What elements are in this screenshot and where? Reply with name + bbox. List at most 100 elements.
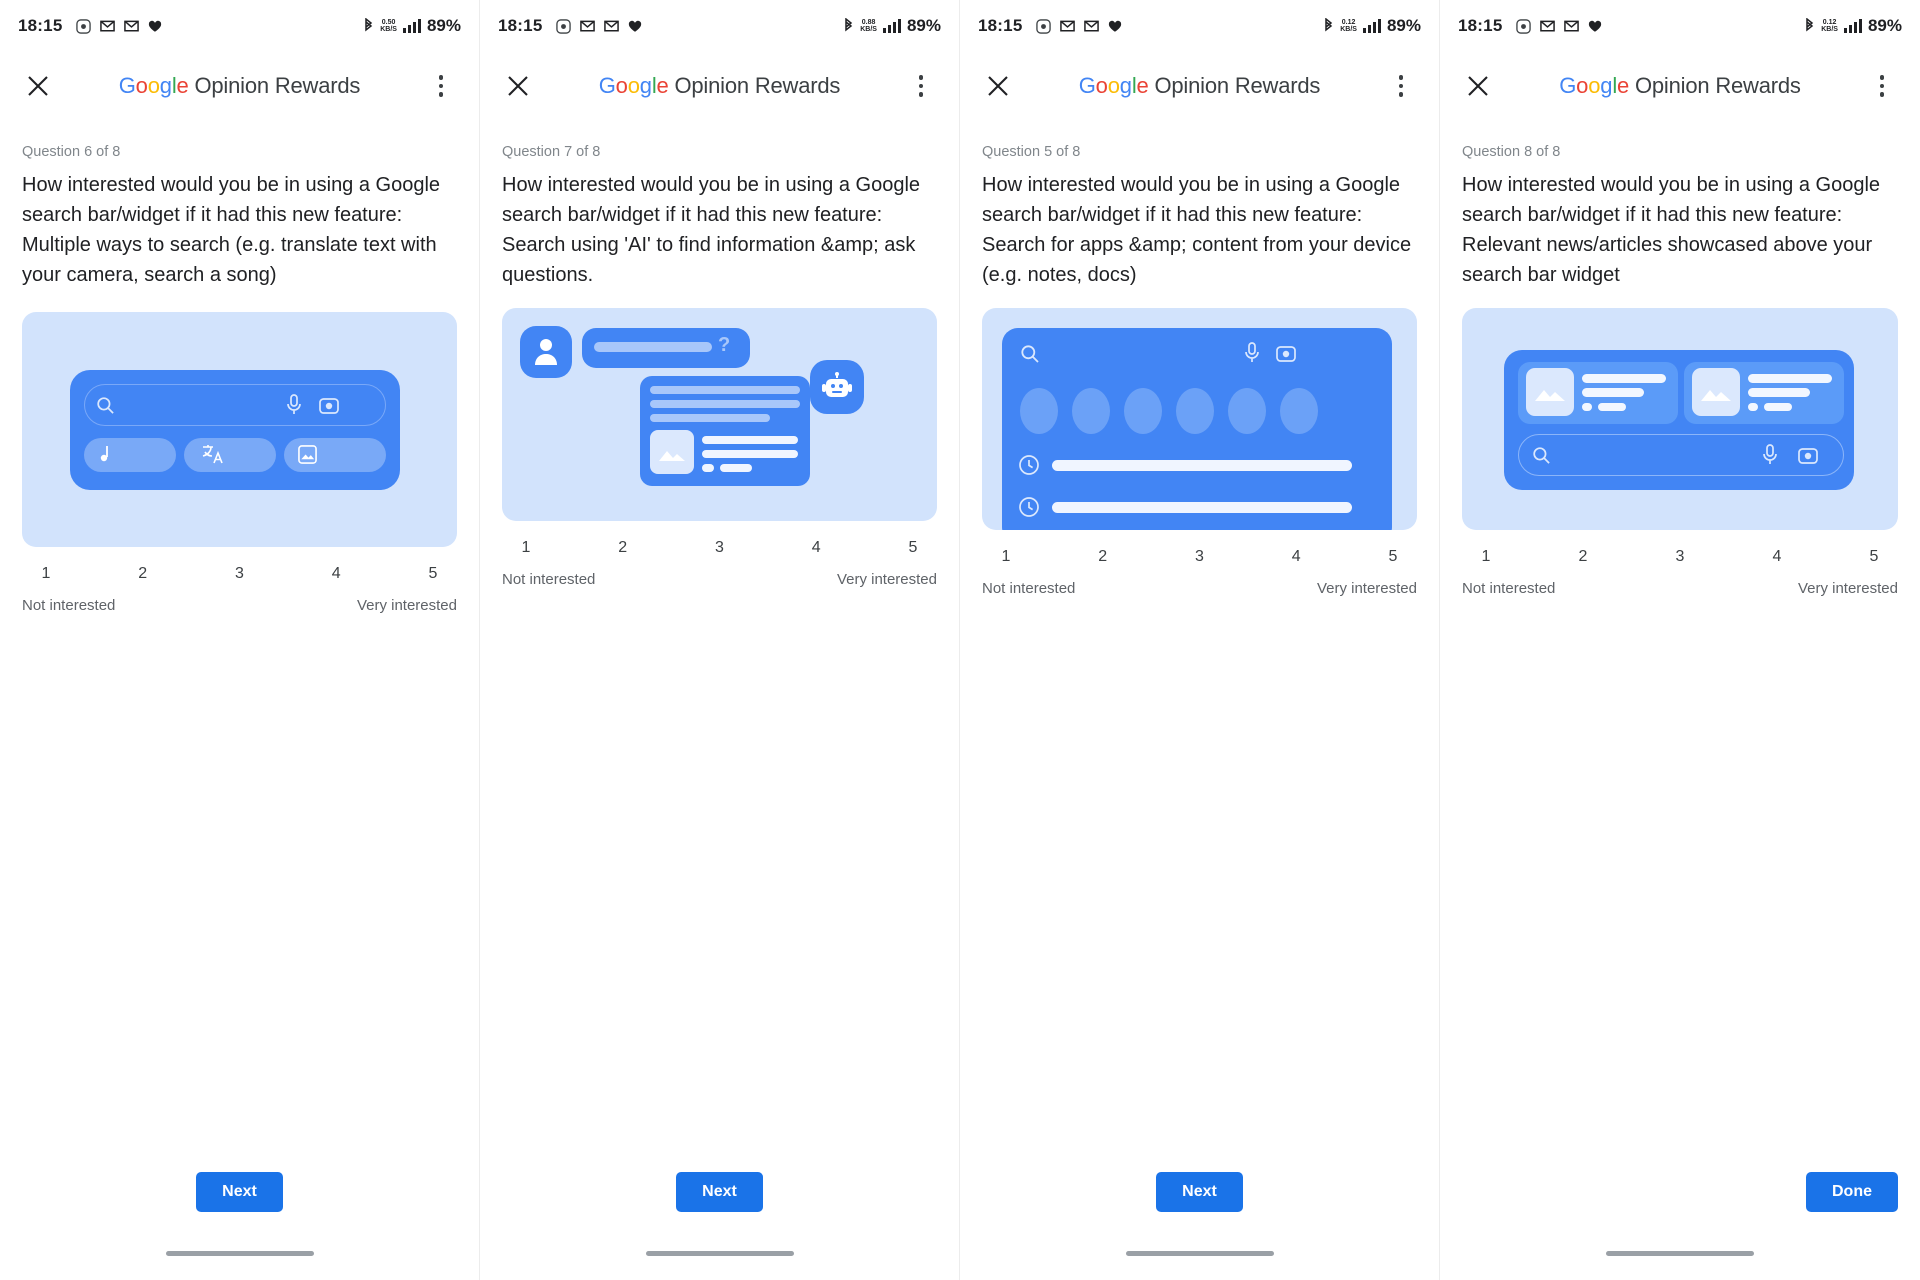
music-note-icon [96, 445, 110, 464]
rating-option-1[interactable]: 1 [986, 548, 1026, 566]
scale-high-label: Very interested [356, 597, 457, 614]
rating-option-3[interactable]: 3 [220, 565, 260, 583]
brand-letter-o2: o [1588, 73, 1601, 98]
brand-letter-g: G [1559, 73, 1577, 98]
data-rate-icon: 0.12 KB/S [1340, 19, 1357, 33]
thumb-line-short [720, 464, 752, 472]
rating-option-1[interactable]: 1 [1466, 548, 1506, 566]
battery-percent: 89% [1867, 16, 1902, 35]
image-icon [1700, 384, 1732, 402]
rating-option-5[interactable]: 5 [1854, 548, 1894, 566]
app-icon-placeholder [1176, 388, 1214, 434]
rating-option-4[interactable]: 4 [316, 565, 356, 583]
brand-letter-o: o [615, 73, 628, 98]
brand-letter-o2: o [1107, 73, 1120, 98]
scale-low-label: Not interested [1462, 580, 1556, 597]
heart-icon [1108, 20, 1122, 33]
data-rate-icon: 0.50 KB/S [380, 19, 397, 33]
rating-scale-labels: Not interested Very interested [982, 580, 1417, 597]
done-button[interactable]: Done [1806, 1172, 1898, 1212]
data-rate-icon: 0.12 KB/S [1821, 19, 1838, 33]
news-headline-line [1582, 374, 1666, 383]
question-text: How interested would you be in using a G… [1462, 174, 1881, 286]
status-bar-left-icons [76, 18, 162, 34]
mail-icon [1540, 20, 1556, 32]
microphone-icon [286, 394, 302, 416]
thumb-line [702, 436, 798, 444]
rating-option-2[interactable]: 2 [123, 565, 163, 583]
search-icon [1532, 446, 1551, 465]
data-rate-icon: 0.88 KB/S [860, 19, 877, 33]
rating-option-1[interactable]: 1 [506, 539, 546, 557]
signal-bars-icon [1362, 19, 1381, 33]
microphone-icon [1244, 342, 1260, 364]
navigation-pill [1125, 1251, 1274, 1256]
history-icon [1018, 454, 1040, 476]
rating-option-1[interactable]: 1 [26, 565, 66, 583]
next-button[interactable]: Next [196, 1172, 283, 1212]
overflow-menu-icon[interactable] [419, 64, 463, 108]
search-field [84, 384, 386, 426]
status-bar-right-icons: 0.12 KB/S 89% [1323, 16, 1421, 36]
history-icon [1018, 496, 1040, 518]
mail-icon [1084, 20, 1100, 32]
rating-option-2[interactable]: 2 [603, 539, 643, 557]
close-icon[interactable] [16, 64, 60, 108]
microphone-icon [1762, 444, 1778, 466]
image-icon [1534, 384, 1566, 402]
app-title-rest: Opinion Rewards [1148, 73, 1321, 98]
heart-icon [148, 20, 162, 33]
brand-letter-g: G [598, 73, 616, 98]
brand-letter-o: o [135, 73, 148, 98]
overflow-menu-icon[interactable] [899, 64, 943, 108]
rating-option-5[interactable]: 5 [413, 565, 453, 583]
rating-option-4[interactable]: 4 [796, 539, 836, 557]
rating-option-5[interactable]: 5 [893, 539, 933, 557]
rating-option-5[interactable]: 5 [1373, 548, 1413, 566]
rating-option-3[interactable]: 3 [1660, 548, 1700, 566]
illustration-device-app-content-search [982, 308, 1417, 530]
survey-content: Question 6 of 8 How interested would you… [0, 120, 479, 1280]
camera-lens-icon [1798, 446, 1818, 465]
rating-option-3[interactable]: 3 [1180, 548, 1220, 566]
recent-search-row [1052, 460, 1352, 471]
battery-percent: 89% [1386, 16, 1421, 35]
heart-icon [1588, 20, 1602, 33]
recent-search-row [1052, 502, 1352, 513]
camera-lens-icon [1276, 344, 1296, 363]
rating-scale-numbers: 1 2 3 4 5 [502, 539, 937, 557]
news-headline-line [1748, 388, 1810, 397]
overflow-menu-icon[interactable] [1860, 64, 1904, 108]
question-text: How interested would you be in using a G… [22, 174, 441, 286]
bluetooth-icon [843, 18, 854, 34]
next-button[interactable]: Next [676, 1172, 763, 1212]
rating-scale-numbers: 1 2 3 4 5 [982, 548, 1417, 566]
close-icon[interactable] [496, 64, 540, 108]
rating-option-2[interactable]: 2 [1563, 548, 1603, 566]
status-bar-time: 18:15 [978, 16, 1023, 35]
rating-option-3[interactable]: 3 [700, 539, 740, 557]
search-field [1518, 434, 1844, 476]
status-bar-left-icons [1516, 18, 1602, 34]
rating-option-4[interactable]: 4 [1276, 548, 1316, 566]
close-icon[interactable] [1456, 64, 1500, 108]
screen-record-icon [1516, 18, 1532, 34]
close-icon[interactable] [976, 64, 1020, 108]
question-counter: Question 6 of 8 [22, 144, 121, 160]
mail-icon [124, 20, 140, 32]
camera-lens-icon [319, 396, 339, 415]
thumb-line [702, 450, 798, 458]
app-icon-placeholder [1280, 388, 1318, 434]
overflow-menu-icon[interactable] [1379, 64, 1423, 108]
brand-letter-e: e [1136, 73, 1149, 98]
brand-letter-g2: g [1600, 73, 1613, 98]
page-title: Google Opinion Rewards [540, 73, 899, 99]
app-bar: Google Opinion Rewards [1440, 52, 1920, 120]
battery-percent: 89% [906, 16, 941, 35]
rating-option-2[interactable]: 2 [1083, 548, 1123, 566]
navigation-pill [645, 1251, 794, 1256]
action-row: Next [960, 1172, 1439, 1212]
brand-letter-g2: g [159, 73, 172, 98]
next-button[interactable]: Next [1156, 1172, 1243, 1212]
rating-option-4[interactable]: 4 [1757, 548, 1797, 566]
